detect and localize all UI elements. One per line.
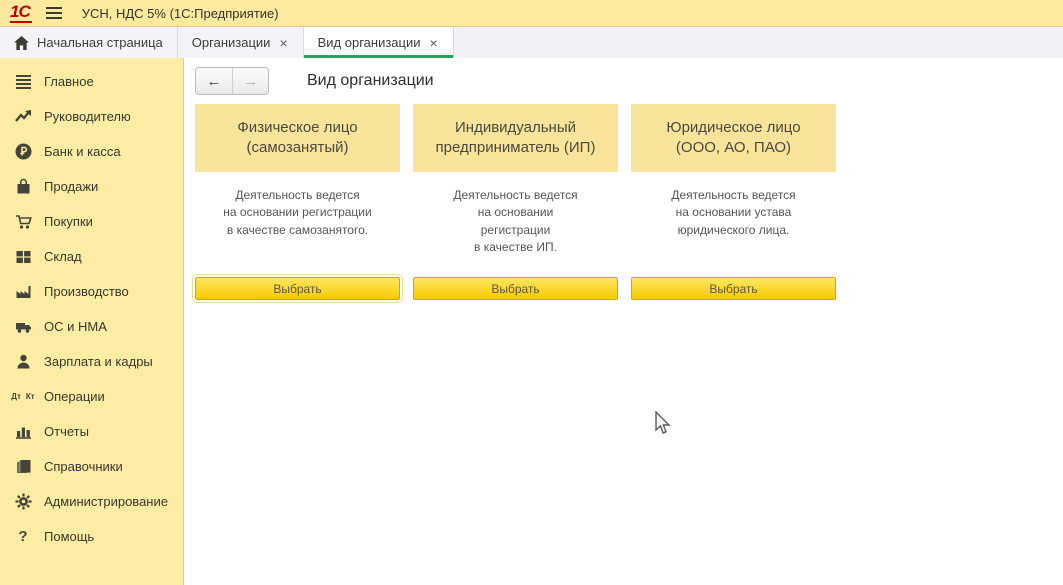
organization-kind-cards: Физическое лицо (самозанятый) Деятельнос… — [195, 104, 1063, 300]
sidebar-item-main[interactable]: Главное — [0, 64, 183, 99]
sidebar-item-production[interactable]: Производство — [0, 274, 183, 309]
sidebar-item-purchases[interactable]: Покупки — [0, 204, 183, 239]
ruble-icon — [14, 143, 32, 161]
kt-text: Кт — [26, 393, 35, 401]
card-title: Физическое лицо (самозанятый) — [195, 104, 400, 172]
sidebar-item-label: Склад — [44, 249, 82, 264]
card-individual-selfemployed: Физическое лицо (самозанятый) Деятельнос… — [195, 104, 400, 300]
sidebar-item-label: Покупки — [44, 214, 93, 229]
sidebar-item-label: Руководителю — [44, 109, 131, 124]
sidebar-item-reports[interactable]: Отчеты — [0, 414, 183, 449]
sidebar-item-label: Главное — [44, 74, 94, 89]
card-description: Деятельность ведется на основании регист… — [413, 187, 618, 277]
card-title: Юридическое лицо (ООО, АО, ПАО) — [631, 104, 836, 172]
trend-icon — [14, 108, 32, 126]
tab-label: Организации — [192, 35, 271, 50]
home-icon — [14, 36, 29, 50]
tab-label: Начальная страница — [37, 35, 163, 50]
navigation-toolbar: ← → Вид организации — [195, 66, 1063, 96]
sidebar-item-label: Производство — [44, 284, 129, 299]
tab-organizations[interactable]: Организации × — [178, 27, 304, 58]
sidebar-item-label: Администрирование — [44, 494, 168, 509]
sidebar-item-label: Зарплата и кадры — [44, 354, 153, 369]
sections-sidebar: Главное Руководителю Банк и касса Продаж… — [0, 58, 184, 585]
bag-icon — [14, 178, 32, 196]
sidebar-item-label: ОС и НМА — [44, 319, 107, 334]
sidebar-item-payroll-hr[interactable]: Зарплата и кадры — [0, 344, 183, 379]
sidebar-item-fixed-assets[interactable]: ОС и НМА — [0, 309, 183, 344]
history-nav-group: ← → — [195, 67, 269, 95]
sidebar-item-operations[interactable]: Дт Кт Операции — [0, 379, 183, 414]
sidebar-item-sales[interactable]: Продажи — [0, 169, 183, 204]
books-icon — [14, 458, 32, 476]
choose-button-legal-entity[interactable]: Выбрать — [631, 277, 836, 300]
application-window: 1С УСН, НДС 5% (1С:Предприятие) Начальна… — [0, 0, 1063, 585]
page-title: Вид организации — [307, 72, 434, 90]
bar-chart-icon — [14, 423, 32, 441]
choose-button-selfemployed[interactable]: Выбрать — [195, 277, 400, 300]
tab-label: Вид организации — [318, 35, 421, 50]
sidebar-item-warehouse[interactable]: Склад — [0, 239, 183, 274]
1c-logo: 1С — [10, 3, 32, 23]
sidebar-item-administration[interactable]: Администрирование — [0, 484, 183, 519]
card-title: Индивидуальный предприниматель (ИП) — [413, 104, 618, 172]
choose-button-sole-proprietor[interactable]: Выбрать — [413, 277, 618, 300]
close-icon[interactable]: × — [429, 36, 439, 50]
close-icon[interactable]: × — [278, 36, 288, 50]
sidebar-item-label: Продажи — [44, 179, 98, 194]
sidebar-item-manager[interactable]: Руководителю — [0, 99, 183, 134]
gear-icon — [14, 493, 32, 511]
question-icon: ? — [14, 528, 32, 546]
tab-home[interactable]: Начальная страница — [0, 27, 178, 58]
sidebar-item-label: Банк и касса — [44, 144, 121, 159]
sidebar-item-label: Операции — [44, 389, 105, 404]
dt-text: Дт — [11, 393, 21, 401]
sidebar-item-bank-cash[interactable]: Банк и касса — [0, 134, 183, 169]
card-sole-proprietor: Индивидуальный предприниматель (ИП) Деят… — [413, 104, 618, 300]
card-description: Деятельность ведется на основании регист… — [195, 187, 400, 277]
factory-icon — [14, 283, 32, 301]
cart-icon — [14, 213, 32, 231]
main-menu-burger-icon[interactable] — [46, 7, 62, 19]
tab-organization-kind[interactable]: Вид организации × — [304, 27, 454, 58]
card-legal-entity: Юридическое лицо (ООО, АО, ПАО) Деятельн… — [631, 104, 836, 300]
back-button[interactable]: ← — [196, 68, 232, 94]
warehouse-icon — [14, 248, 32, 266]
card-description: Деятельность ведется на основании устава… — [631, 187, 836, 277]
sidebar-item-help[interactable]: ? Помощь — [0, 519, 183, 554]
tab-bar: Начальная страница Организации × Вид орг… — [0, 27, 1063, 58]
sidebar-item-label: Отчеты — [44, 424, 89, 439]
window-title: УСН, НДС 5% (1С:Предприятие) — [82, 6, 279, 21]
sidebar-item-label: Помощь — [44, 529, 94, 544]
title-bar: 1С УСН, НДС 5% (1С:Предприятие) — [0, 0, 1063, 27]
main-menu-icon — [14, 73, 32, 91]
dt-kt-icon: Дт Кт — [14, 388, 32, 406]
person-icon — [14, 353, 32, 371]
sidebar-item-directories[interactable]: Справочники — [0, 449, 183, 484]
sidebar-item-label: Справочники — [44, 459, 123, 474]
truck-icon — [14, 318, 32, 336]
main-content: ← → Вид организации Физическое лицо (сам… — [184, 58, 1063, 585]
forward-button[interactable]: → — [232, 68, 268, 94]
